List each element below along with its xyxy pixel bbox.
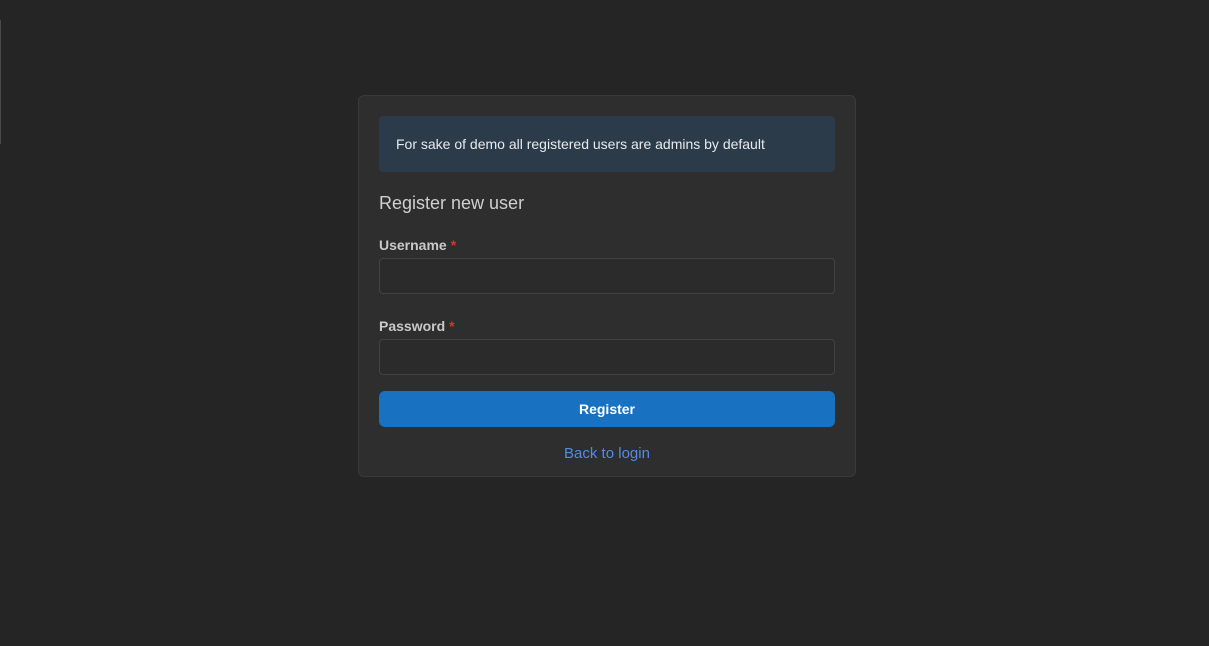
username-label-text: Username	[379, 237, 447, 253]
password-required-marker: *	[449, 318, 455, 334]
password-label-text: Password	[379, 318, 446, 334]
back-to-login-link[interactable]: Back to login	[564, 445, 650, 462]
username-input[interactable]	[379, 258, 835, 294]
back-link-row: Back to login	[379, 445, 835, 463]
password-input[interactable]	[379, 339, 835, 375]
form-title: Register new user	[379, 193, 525, 213]
demo-notice-text: For sake of demo all registered users ar…	[396, 136, 765, 152]
username-label: Username *	[379, 236, 835, 254]
register-button[interactable]: Register	[379, 391, 835, 427]
demo-notice: For sake of demo all registered users ar…	[379, 116, 835, 172]
password-label: Password *	[379, 317, 835, 335]
username-required-marker: *	[450, 237, 457, 253]
register-card: For sake of demo all registered users ar…	[358, 95, 856, 477]
window-edge	[0, 20, 1, 144]
